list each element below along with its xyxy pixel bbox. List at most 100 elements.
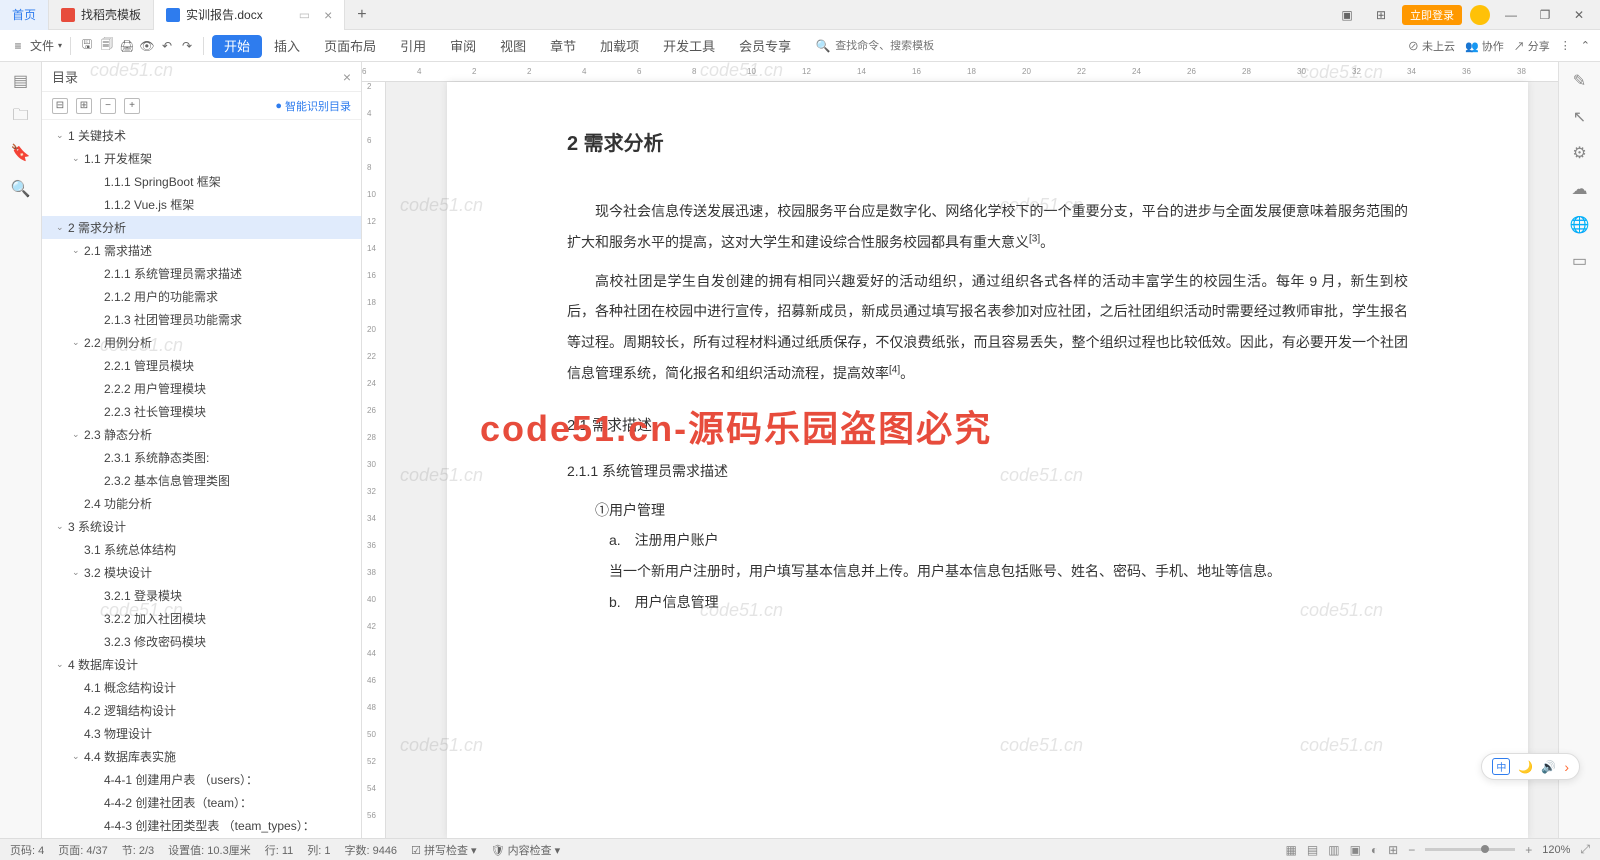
find-icon[interactable]: 🔍: [12, 180, 30, 198]
redo-icon[interactable]: ↷: [179, 38, 195, 54]
zoom-out-button[interactable]: −: [1408, 843, 1415, 857]
undo-icon[interactable]: ↶: [159, 38, 175, 54]
moon-icon[interactable]: 🌙: [1518, 760, 1533, 774]
more-icon[interactable]: ⋮: [1560, 39, 1571, 52]
outline-item[interactable]: 2.1.2 用户的功能需求: [42, 285, 361, 308]
outline-close-icon[interactable]: ×: [343, 69, 351, 85]
outline-item[interactable]: ⌄3.2 模块设计: [42, 561, 361, 584]
tab-add-button[interactable]: +: [345, 6, 378, 24]
outline-item[interactable]: ⌄1 关键技术: [42, 124, 361, 147]
ribbon-tab-2[interactable]: 页面布局: [312, 35, 388, 58]
ribbon-tab-7[interactable]: 加载项: [588, 35, 651, 58]
outline-item[interactable]: ⌄1.1 开发框架: [42, 147, 361, 170]
view-outline-icon[interactable]: ▥: [1328, 843, 1339, 857]
save-icon[interactable]: 🖫: [79, 38, 95, 54]
outline-item[interactable]: 2.4 功能分析: [42, 492, 361, 515]
document-page[interactable]: 2 需求分析 现今社会信息传送发展迅速，校园服务平台应是数字化、网络化学校下的一…: [447, 82, 1528, 838]
outline-item[interactable]: ⌄2 需求分析: [42, 216, 361, 239]
tab-split-icon[interactable]: ▭: [299, 8, 310, 22]
login-button[interactable]: 立即登录: [1402, 5, 1462, 25]
outline-item[interactable]: 3.1 系统总体结构: [42, 538, 361, 561]
share-button[interactable]: ↗ 分享: [1514, 38, 1550, 54]
view-print-icon[interactable]: ▦: [1286, 843, 1297, 857]
outline-item[interactable]: 4-4-3 创建社团类型表 （team_types）：: [42, 814, 361, 837]
theme-icon[interactable]: ◐: [1371, 843, 1378, 857]
pen-icon[interactable]: ✎: [1571, 72, 1589, 90]
contentcheck-toggle[interactable]: 🛡 内容检查 ▾: [491, 842, 561, 858]
file-menu[interactable]: 文件▾: [30, 37, 62, 54]
ribbon-tab-9[interactable]: 会员专享: [727, 35, 803, 58]
print-icon[interactable]: 🖨: [119, 38, 135, 54]
outline-item[interactable]: 2.2.1 管理员模块: [42, 354, 361, 377]
ribbon-tab-0[interactable]: 开始: [212, 35, 262, 58]
maximize-button[interactable]: ❐: [1532, 5, 1558, 25]
menu-icon[interactable]: ≡: [10, 38, 26, 54]
outline-item[interactable]: ⌄4.4 数据库表实施: [42, 745, 361, 768]
outline-item[interactable]: 1.1.1 SpringBoot 框架: [42, 170, 361, 193]
outline-item[interactable]: 2.3.2 基本信息管理类图: [42, 469, 361, 492]
ribbon-tab-6[interactable]: 章节: [538, 35, 588, 58]
ribbon-tab-5[interactable]: 视图: [488, 35, 538, 58]
cloud-icon[interactable]: ☁: [1571, 180, 1589, 198]
bookmark-icon[interactable]: 🔖: [12, 144, 30, 162]
settings-icon[interactable]: ⚙: [1571, 144, 1589, 162]
outline-collapse-button[interactable]: ⊞: [76, 98, 92, 114]
outline-item[interactable]: 4-4-2 创建社团表（team）：: [42, 791, 361, 814]
smart-outline-button[interactable]: ● 智能识别目录: [275, 98, 351, 114]
status-words[interactable]: 字数: 9446: [344, 842, 397, 858]
layout-icon[interactable]: ▣: [1334, 5, 1360, 25]
outline-item[interactable]: 3.2.2 加入社团模块: [42, 607, 361, 630]
split-icon[interactable]: ⊞: [1388, 843, 1398, 857]
ribbon-tab-8[interactable]: 开发工具: [651, 35, 727, 58]
ruler-vertical[interactable]: 2468101214161820222426283032343638404244…: [362, 82, 386, 838]
outline-item[interactable]: 4-4-1 创建用户表 （users）：: [42, 768, 361, 791]
nav-icon[interactable]: 🗀: [12, 108, 30, 126]
globe-icon[interactable]: 🌐: [1571, 216, 1589, 234]
outline-minus-button[interactable]: −: [100, 98, 116, 114]
minimize-button[interactable]: —: [1498, 5, 1524, 25]
outline-item[interactable]: 2.1.1 系统管理员需求描述: [42, 262, 361, 285]
tab-home[interactable]: 首页: [0, 0, 49, 30]
cloud-status[interactable]: ⊘ 未上云: [1408, 38, 1455, 54]
ribbon-tab-4[interactable]: 审阅: [438, 35, 488, 58]
float-toolbar[interactable]: 中 🌙 🔊 ›: [1481, 753, 1580, 780]
saveas-icon[interactable]: 🗐: [99, 38, 115, 54]
preview-icon[interactable]: 👁: [139, 38, 155, 54]
view-web-icon[interactable]: ▤: [1307, 843, 1318, 857]
outline-item[interactable]: ⌄4 数据库设计: [42, 653, 361, 676]
outline-item[interactable]: 4.3 物理设计: [42, 722, 361, 745]
outline-item[interactable]: ⌄2.2 用例分析: [42, 331, 361, 354]
outline-item[interactable]: 3.2.1 登录模块: [42, 584, 361, 607]
outline-item[interactable]: ⌄3 系统设计: [42, 515, 361, 538]
next-icon[interactable]: ›: [1564, 759, 1569, 775]
close-button[interactable]: ✕: [1566, 5, 1592, 25]
tab-document[interactable]: 实训报告.docx▭×: [154, 0, 345, 30]
ribbon-tab-3[interactable]: 引用: [388, 35, 438, 58]
ruler-horizontal[interactable]: 642246810121416182022242628303234363840: [362, 62, 1558, 82]
outline-item[interactable]: ⌄2.1 需求描述: [42, 239, 361, 262]
outline-item[interactable]: 1.1.2 Vue.js 框架: [42, 193, 361, 216]
zoom-in-button[interactable]: +: [1525, 843, 1532, 857]
collab-button[interactable]: 👥 协作: [1465, 38, 1504, 54]
search-input[interactable]: [835, 40, 955, 52]
ime-chinese-icon[interactable]: 中: [1492, 758, 1510, 775]
outline-item[interactable]: 2.2.2 用户管理模块: [42, 377, 361, 400]
avatar[interactable]: [1470, 5, 1490, 25]
tool-icon[interactable]: ▭: [1571, 252, 1589, 270]
outline-item[interactable]: 2.2.3 社长管理模块: [42, 400, 361, 423]
outline-plus-button[interactable]: +: [124, 98, 140, 114]
outline-item[interactable]: 4.2 逻辑结构设计: [42, 699, 361, 722]
voice-icon[interactable]: 🔊: [1541, 760, 1556, 774]
tab-template[interactable]: 找稻壳模板: [49, 0, 154, 30]
view-read-icon[interactable]: ▣: [1350, 843, 1361, 857]
zoom-value[interactable]: 120%: [1542, 844, 1570, 856]
outline-item[interactable]: ⌄2.3 静态分析: [42, 423, 361, 446]
outline-item[interactable]: 2.3.1 系统静态类图:: [42, 446, 361, 469]
outline-item[interactable]: 4.1 概念结构设计: [42, 676, 361, 699]
tab-close-icon[interactable]: ×: [324, 7, 332, 23]
fit-icon[interactable]: ⤢: [1580, 842, 1590, 857]
ribbon-tab-1[interactable]: 插入: [262, 35, 312, 58]
outline-item[interactable]: 3.2.3 修改密码模块: [42, 630, 361, 653]
page-icon[interactable]: ▤: [12, 72, 30, 90]
spellcheck-toggle[interactable]: ☑ 拼写检查 ▾: [411, 842, 477, 858]
